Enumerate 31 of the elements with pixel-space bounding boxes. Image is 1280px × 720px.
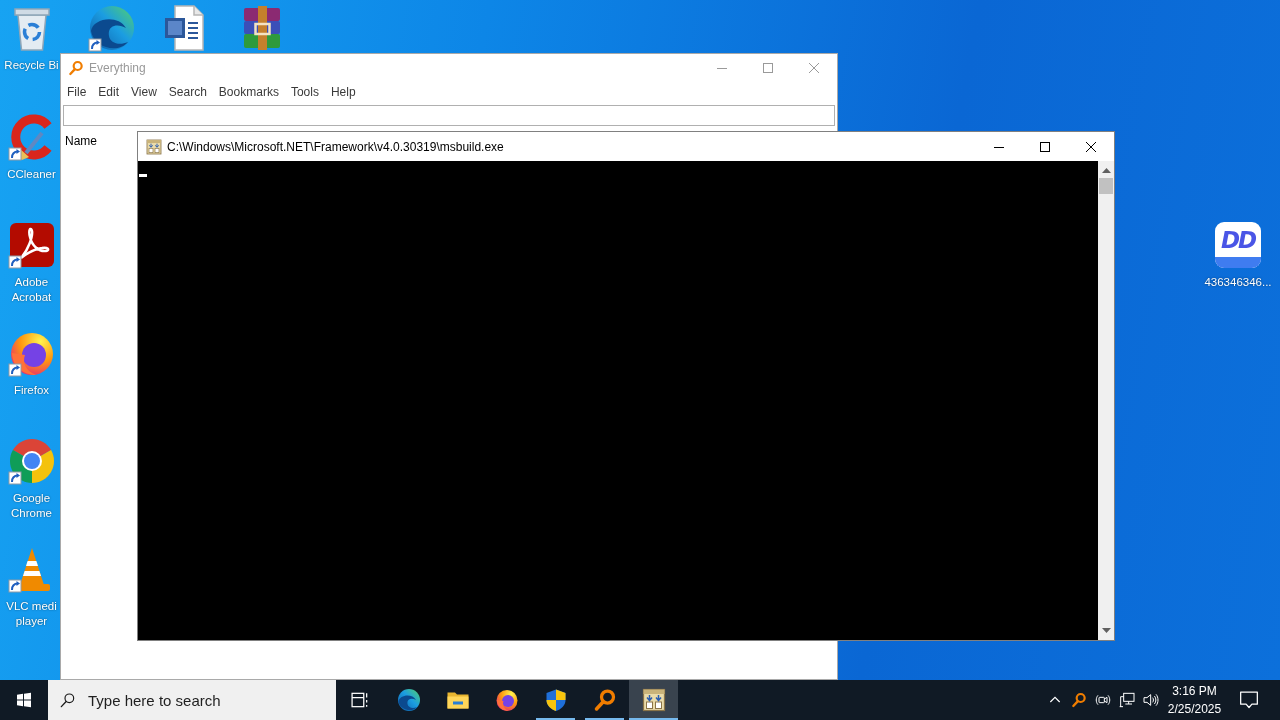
taskbar-search-field[interactable]: Type here to search bbox=[48, 680, 336, 720]
magnifier-icon bbox=[68, 60, 84, 76]
desktop-icon-label[interactable]: 436346346... bbox=[1204, 275, 1272, 290]
magnifier-icon bbox=[592, 688, 617, 712]
scroll-thumb[interactable] bbox=[1099, 178, 1113, 194]
swirl-logo-icon[interactable] bbox=[88, 4, 136, 52]
network-icon[interactable] bbox=[1119, 692, 1135, 708]
notification-icon[interactable] bbox=[1239, 690, 1259, 710]
pdf-icon[interactable] bbox=[7, 221, 56, 269]
console-app-icon bbox=[146, 138, 162, 155]
window-title: C:\Windows\Microsoft.NET\Framework\v4.0.30319\msbuild.exe bbox=[167, 139, 505, 154]
volume-icon[interactable] bbox=[1143, 692, 1159, 708]
window-title: Everything bbox=[89, 61, 147, 75]
taskbar-app-button[interactable] bbox=[629, 680, 678, 720]
magnifier-icon[interactable] bbox=[1071, 692, 1087, 708]
fox-logo-icon bbox=[494, 688, 519, 712]
task-view-icon bbox=[350, 690, 370, 710]
start-icon bbox=[16, 692, 32, 708]
maximize-icon bbox=[1040, 141, 1050, 152]
ring-logo-icon[interactable] bbox=[7, 437, 56, 485]
console-app-icon bbox=[641, 688, 666, 712]
camera-icon[interactable] bbox=[1095, 692, 1111, 708]
close-icon bbox=[809, 63, 819, 73]
app-logo[interactable]: DD bbox=[1215, 222, 1261, 268]
scrollbar[interactable] bbox=[1098, 161, 1114, 640]
swirl-logo-icon bbox=[396, 688, 421, 712]
clock-button[interactable]: 3:16 PM 2/25/2025 bbox=[1163, 680, 1226, 720]
caret-down-icon[interactable] bbox=[1101, 628, 1111, 633]
search-icon bbox=[60, 692, 76, 708]
maximize-icon bbox=[763, 63, 773, 73]
close-icon bbox=[1086, 141, 1096, 152]
